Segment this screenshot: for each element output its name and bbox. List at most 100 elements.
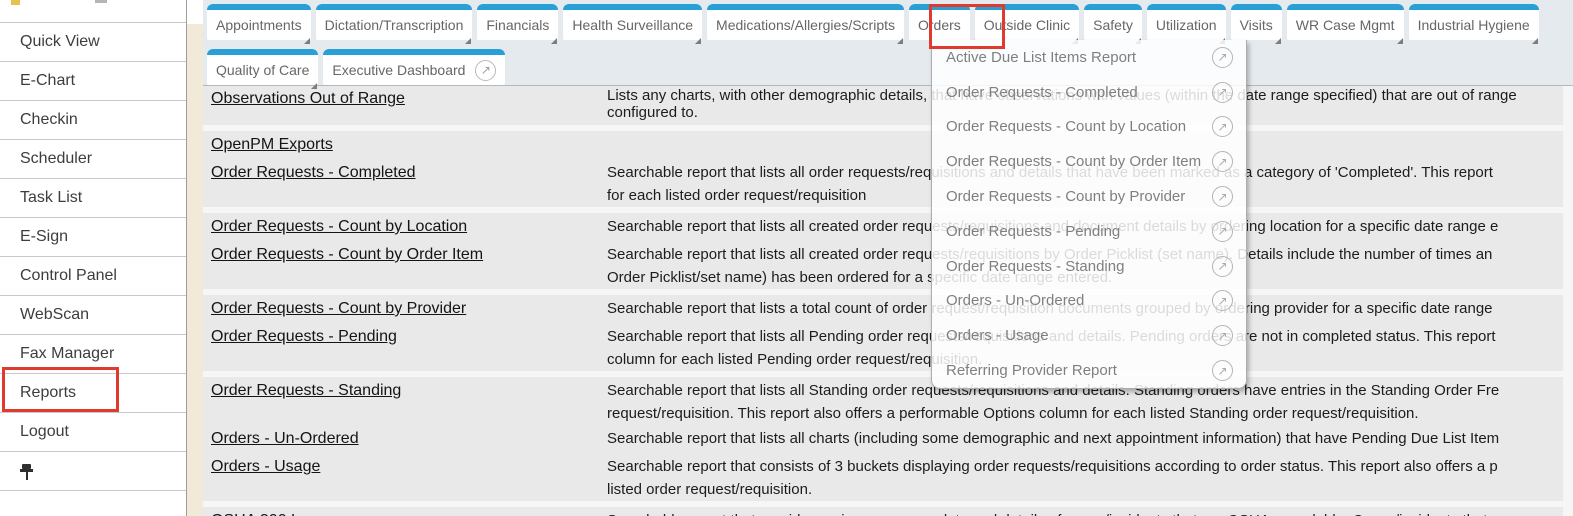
report-description-line: Searchable report that lists all charts … bbox=[607, 427, 1563, 450]
sidebar-item-fax-manager[interactable]: Fax Manager bbox=[0, 335, 186, 374]
menu-item-orders-usage[interactable]: Orders - Usage ↗ bbox=[932, 318, 1246, 353]
report-description-line: request/requisition. This report also of… bbox=[607, 402, 1563, 425]
sidebar-item-label: E-Chart bbox=[20, 72, 75, 90]
tab-corner-icon bbox=[551, 38, 557, 44]
open-in-new-icon[interactable]: ↗ bbox=[475, 60, 496, 81]
report-link-orders-usage[interactable]: Orders - Usage bbox=[211, 458, 320, 475]
report-link-order-requests-count-by-provider[interactable]: Order Requests - Count by Provider bbox=[211, 300, 466, 317]
cutoff-icon-sliver bbox=[95, 0, 107, 3]
report-link-order-requests-count-by-order-item[interactable]: Order Requests - Count by Order Item bbox=[211, 246, 483, 263]
menu-item-label: Referring Provider Report bbox=[946, 362, 1117, 379]
tab-bar: Appointments Dictation/Transcription Finan… bbox=[203, 0, 1573, 85]
sidebar-item-pin[interactable] bbox=[0, 452, 186, 491]
sidebar-item-checkin[interactable]: Checkin bbox=[0, 101, 186, 140]
tab-label: Dictation/Transcription bbox=[325, 17, 464, 33]
tab-corner-icon bbox=[897, 38, 903, 44]
open-in-new-icon[interactable]: ↗ bbox=[1212, 116, 1233, 137]
menu-item-label: Order Requests - Completed bbox=[946, 84, 1138, 101]
report-link-osha-300-log[interactable]: OSHA 300 Log bbox=[211, 512, 318, 516]
menu-item-label: Order Requests - Count by Provider bbox=[946, 188, 1185, 205]
report-link-order-requests-pending[interactable]: Order Requests - Pending bbox=[211, 328, 397, 345]
tab-wr-case-mgmt[interactable]: WR Case Mgmt bbox=[1287, 4, 1404, 40]
open-in-new-icon[interactable]: ↗ bbox=[1212, 82, 1233, 103]
sidebar: Quick View E-Chart CheckinSchedulerTask Li… bbox=[0, 0, 187, 516]
menu-item-label: Orders - Usage bbox=[946, 327, 1049, 344]
sidebar-item-e-sign[interactable]: E-Sign bbox=[0, 218, 186, 257]
report-link-cell: Order Requests - Standing bbox=[211, 379, 607, 425]
tab-medications-allergies-scripts[interactable]: Medications/Allergies/Scripts bbox=[707, 4, 904, 40]
tab-orders[interactable]: Orders bbox=[909, 4, 970, 40]
menu-item-referring-provider-report[interactable]: Referring Provider Report ↗ bbox=[932, 353, 1246, 388]
menu-item-label: Active Due List Items Report bbox=[946, 49, 1136, 66]
tab-financials[interactable]: Financials bbox=[477, 4, 558, 40]
tab-industrial-hygiene[interactable]: Industrial Hygiene bbox=[1409, 4, 1539, 40]
open-in-new-icon[interactable]: ↗ bbox=[1212, 151, 1233, 172]
report-link-cell: Order Requests - Count by Location bbox=[211, 215, 607, 241]
tab-quality-of-care[interactable]: Quality of Care bbox=[207, 49, 318, 85]
report-link-observations-out-of-range[interactable]: Observations Out of Range bbox=[211, 90, 405, 107]
sidebar-item-label: WebScan bbox=[20, 306, 89, 324]
sidebar-item-webscan[interactable]: WebScan bbox=[0, 296, 186, 335]
report-row: Order Requests - Count by ProviderSearch… bbox=[203, 295, 1563, 323]
sidebar-item-scheduler[interactable]: Scheduler bbox=[0, 140, 186, 179]
report-link-cell: Orders - Usage bbox=[211, 455, 607, 501]
report-link-cell: OSHA 300 Log bbox=[211, 509, 607, 516]
sidebar-item-quick-view[interactable]: Quick View bbox=[0, 23, 186, 62]
report-link-order-requests-count-by-location[interactable]: Order Requests - Count by Location bbox=[211, 218, 467, 235]
menu-item-order-requests-completed[interactable]: Order Requests - Completed ↗ bbox=[932, 75, 1246, 110]
tab-appointments[interactable]: Appointments bbox=[207, 4, 311, 40]
menu-item-order-requests-count-by-provider[interactable]: Order Requests - Count by Provider ↗ bbox=[932, 179, 1246, 214]
left-gutter bbox=[187, 0, 203, 516]
open-in-new-icon[interactable]: ↗ bbox=[1212, 290, 1233, 311]
open-in-new-icon[interactable]: ↗ bbox=[1212, 47, 1233, 68]
tab-corner-icon bbox=[465, 38, 471, 44]
tab-label: Utilization bbox=[1156, 17, 1217, 33]
tab-label: Quality of Care bbox=[216, 62, 309, 78]
report-description: Searchable report that consists of 3 buc… bbox=[607, 455, 1563, 501]
open-in-new-icon[interactable]: ↗ bbox=[1212, 221, 1233, 242]
tab-health-surveillance[interactable]: Health Surveillance bbox=[563, 4, 702, 40]
tab-utilization[interactable]: Utilization bbox=[1147, 4, 1226, 40]
tab-dictation-transcription[interactable]: Dictation/Transcription bbox=[316, 4, 473, 40]
tab-visits[interactable]: Visits bbox=[1231, 4, 1282, 40]
report-link-cell: Order Requests - Completed bbox=[211, 161, 607, 207]
sidebar-item-reports[interactable]: Reports bbox=[0, 374, 186, 413]
menu-item-label: Order Requests - Pending bbox=[946, 223, 1120, 240]
tab-label: Industrial Hygiene bbox=[1418, 17, 1530, 33]
tab-label: Visits bbox=[1240, 17, 1273, 33]
tab-row-1: Appointments Dictation/Transcription Finan… bbox=[203, 4, 1573, 40]
sidebar-item-label: Control Panel bbox=[20, 267, 117, 285]
open-in-new-icon[interactable]: ↗ bbox=[1212, 325, 1233, 346]
menu-item-order-requests-standing[interactable]: Order Requests - Standing↗ bbox=[932, 249, 1246, 284]
report-link-order-requests-standing[interactable]: Order Requests - Standing bbox=[211, 382, 401, 399]
tab-label: Executive Dashboard bbox=[332, 62, 465, 78]
menu-item-active-due-list-items-report[interactable]: Active Due List Items Report ↗ bbox=[932, 40, 1246, 75]
tab-safety[interactable]: Safety bbox=[1084, 4, 1142, 40]
sidebar-item-e-chart[interactable]: E-Chart bbox=[0, 62, 186, 101]
sidebar-item-task-list[interactable]: Task List bbox=[0, 179, 186, 218]
open-in-new-icon[interactable]: ↗ bbox=[1212, 360, 1233, 381]
report-link-orders-un-ordered[interactable]: Orders - Un-Ordered bbox=[211, 430, 359, 447]
tab-label: Safety bbox=[1093, 17, 1133, 33]
menu-item-orders-un-ordered[interactable]: Orders - Un-Ordered↗ bbox=[932, 284, 1246, 319]
report-row: OSHA 300 LogSearchable report that provi… bbox=[203, 507, 1563, 516]
report-link-cell: Order Requests - Count by Order Item bbox=[211, 243, 607, 289]
menu-item-order-requests-count-by-location[interactable]: Order Requests - Count by Location↗ bbox=[932, 110, 1246, 145]
tab-corner-icon bbox=[1397, 38, 1403, 44]
open-in-new-icon[interactable]: ↗ bbox=[1212, 256, 1233, 277]
open-in-new-icon[interactable]: ↗ bbox=[1212, 186, 1233, 207]
report-row: Order Requests - Count by LocationSearch… bbox=[203, 213, 1563, 241]
tab-label: Medications/Allergies/Scripts bbox=[716, 17, 895, 33]
menu-item-order-requests-count-by-order-item[interactable]: Order Requests - Count by Order Item↗ bbox=[932, 144, 1246, 179]
tab-outside-clinic[interactable]: Outside Clinic bbox=[975, 4, 1079, 40]
report-link-order-requests-completed[interactable]: Order Requests - Completed bbox=[211, 164, 416, 181]
tab-executive-dashboard[interactable]: Executive Dashboard ↗ bbox=[323, 49, 505, 85]
report-link-openpm-exports[interactable]: OpenPM Exports bbox=[211, 136, 333, 153]
menu-item-order-requests-pending[interactable]: Order Requests - Pending ↗ bbox=[932, 214, 1246, 249]
sidebar-item-logout[interactable]: Logout bbox=[0, 413, 186, 452]
report-description-line: listed order request/requisition. bbox=[607, 478, 1563, 501]
sidebar-item-control-panel[interactable]: Control Panel bbox=[0, 257, 186, 296]
report-row: Order Requests - CompletedSearchable rep… bbox=[203, 159, 1563, 207]
report-row: Orders - Usage Searchable report that con… bbox=[203, 453, 1563, 501]
report-row: Orders - Un-Ordered Searchable report tha… bbox=[203, 425, 1563, 453]
